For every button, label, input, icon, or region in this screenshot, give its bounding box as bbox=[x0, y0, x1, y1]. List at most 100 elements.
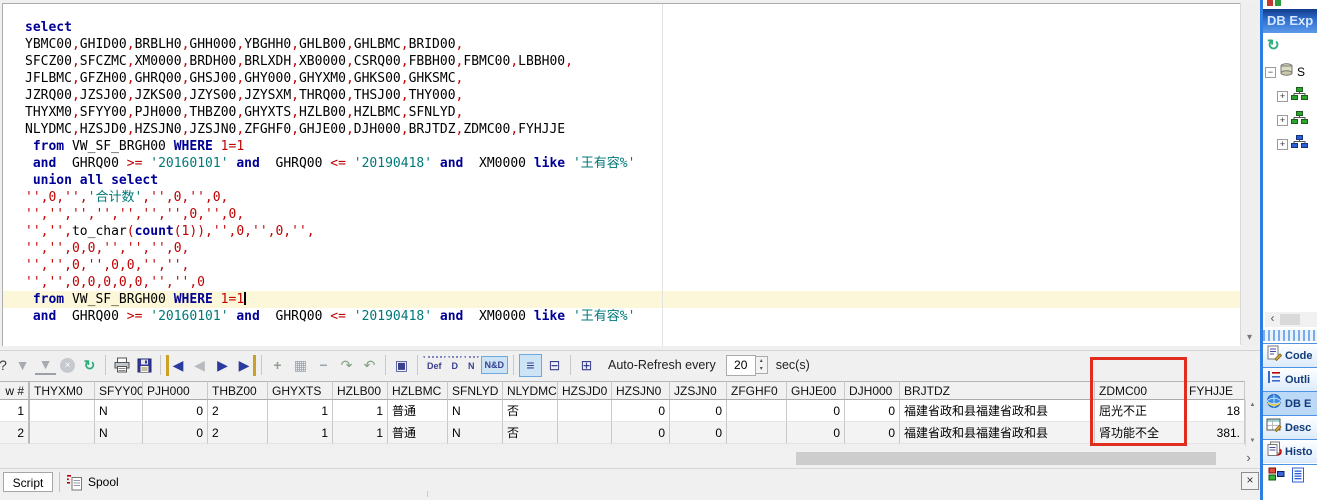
editor-vertical-scrollbar[interactable]: ▾ bbox=[1240, 3, 1258, 345]
print-icon[interactable] bbox=[111, 355, 132, 376]
expand-icon[interactable]: + bbox=[1277, 114, 1288, 126]
grid-header-nlydmc[interactable]: NLYDMC bbox=[503, 381, 558, 400]
grid-cell[interactable]: 普通 bbox=[388, 422, 448, 444]
grid-header-sfyy00[interactable]: SFYY00 bbox=[95, 381, 143, 400]
panel-db-explorer[interactable]: DB E bbox=[1263, 391, 1317, 415]
grid-cell[interactable]: 肾功能不全 bbox=[1095, 422, 1185, 444]
grid-view-icon[interactable]: ≡ bbox=[519, 353, 543, 377]
grid-cell[interactable] bbox=[30, 422, 95, 444]
expand-icon[interactable]: + bbox=[1277, 90, 1288, 102]
insert-row-grid-icon[interactable]: ▦ bbox=[290, 355, 311, 376]
autorefresh-interval-input[interactable] bbox=[725, 354, 756, 376]
grid-cell[interactable]: N bbox=[95, 422, 143, 444]
grid-cell[interactable]: N bbox=[448, 400, 503, 422]
grid-cell[interactable] bbox=[30, 400, 95, 422]
save-icon[interactable] bbox=[134, 355, 155, 376]
grid-header-sfnlyd[interactable]: SFNLYD bbox=[448, 381, 503, 400]
revert-changes-icon[interactable]: ↶ bbox=[359, 355, 380, 376]
panel-splitter[interactable] bbox=[1263, 330, 1317, 341]
grid-cell[interactable]: 否 bbox=[503, 400, 558, 422]
scroll-down-icon[interactable]: ▼ bbox=[1246, 438, 1259, 444]
break-query-icon[interactable]: × bbox=[60, 357, 75, 373]
grid-cell[interactable] bbox=[558, 422, 612, 444]
expand-icon[interactable]: + bbox=[1277, 138, 1288, 150]
grid-cell[interactable]: 0 bbox=[845, 422, 900, 444]
grid-header-thbz00[interactable]: THBZ00 bbox=[208, 381, 268, 400]
grid-cell[interactable]: 普通 bbox=[388, 400, 448, 422]
grid-cell[interactable]: 1 bbox=[268, 400, 333, 422]
code-line[interactable]: select bbox=[3, 19, 1241, 36]
post-changes-icon[interactable]: ↷ bbox=[336, 355, 357, 376]
collapse-icon[interactable]: − bbox=[1265, 66, 1276, 78]
grid-header-hzsjd0[interactable]: HZSJD0 bbox=[558, 381, 612, 400]
scroll-up-icon[interactable]: ▲ bbox=[1246, 402, 1259, 408]
grid-horizontal-scrollbar[interactable]: › bbox=[0, 450, 1258, 467]
grid-cell[interactable]: 福建省政和县福建省政和县 bbox=[900, 400, 1095, 422]
record-view-icon[interactable]: ⊟ bbox=[544, 355, 565, 376]
code-line[interactable]: '','',0,'',0,0,'','', bbox=[3, 257, 1241, 274]
panel-outline[interactable]: Outli bbox=[1263, 367, 1317, 391]
column-width-name-data-button[interactable]: N&D bbox=[480, 356, 509, 374]
delete-record-icon[interactable]: − bbox=[313, 355, 334, 376]
tree-node[interactable]: + bbox=[1277, 108, 1317, 132]
grid-cell[interactable]: 0 bbox=[787, 400, 845, 422]
scroll-down-icon[interactable]: ▾ bbox=[1241, 332, 1258, 343]
close-results-button[interactable]: × bbox=[1241, 472, 1259, 490]
grid-cell[interactable]: 1 bbox=[333, 422, 388, 444]
tree-node[interactable]: − S bbox=[1265, 60, 1317, 84]
grid-cell[interactable]: 2 bbox=[0, 422, 30, 444]
column-width-name-button[interactable]: N bbox=[464, 355, 479, 375]
grid-cell[interactable]: N bbox=[95, 400, 143, 422]
insert-record-icon[interactable]: + bbox=[267, 355, 288, 376]
code-line[interactable]: and GHRQ00 >= '20160101' and GHRQ00 <= '… bbox=[3, 308, 1241, 325]
column-width-data-button[interactable]: D bbox=[447, 355, 463, 375]
grid-header-zdmc00[interactable]: ZDMC00 bbox=[1095, 381, 1185, 400]
scroll-left-icon[interactable]: ‹ bbox=[1265, 312, 1280, 327]
grid-cell[interactable] bbox=[727, 422, 787, 444]
code-line[interactable]: and GHRQ00 >= '20160101' and GHRQ00 <= '… bbox=[3, 155, 1241, 172]
last-record-icon[interactable]: ▶ bbox=[235, 354, 256, 376]
grid-header-thyxm0[interactable]: THYXM0 bbox=[30, 381, 95, 400]
code-line[interactable]: from VW_SF_BRGH00 WHERE 1=1 bbox=[3, 138, 1241, 155]
grid-cell[interactable]: N bbox=[448, 422, 503, 444]
code-line[interactable]: JFLBMC,GFZH00,GHRQ00,GHSJ00,GHY000,GHYXM… bbox=[3, 70, 1241, 87]
next-record-icon[interactable]: ▶ bbox=[212, 355, 233, 376]
grid-cell[interactable]: 0 bbox=[612, 422, 670, 444]
code-line[interactable]: YBMC00,GHID00,BRBLH0,GHH000,YBGHH0,GHLB0… bbox=[3, 36, 1241, 53]
filter-to-end-icon[interactable]: ▼ bbox=[35, 356, 56, 375]
tree-node[interactable]: + bbox=[1277, 132, 1317, 156]
tree-node[interactable]: + bbox=[1277, 84, 1317, 108]
code-line[interactable]: '','',to_char(count(1)),'',0,'',0,'', bbox=[3, 223, 1241, 240]
grid-header-jzsjn0[interactable]: JZSJN0 bbox=[670, 381, 727, 400]
tree-horizontal-scrollbar[interactable]: ‹ bbox=[1265, 312, 1317, 327]
grid-cell[interactable]: 0 bbox=[670, 422, 727, 444]
grid-cell[interactable] bbox=[727, 400, 787, 422]
grid-cell[interactable]: 2 bbox=[208, 422, 268, 444]
scrollbar-thumb[interactable] bbox=[1280, 314, 1300, 325]
grid-cell[interactable]: 1 bbox=[268, 422, 333, 444]
document-list-icon[interactable] bbox=[1291, 467, 1305, 488]
grid-header-w[interactable]: w # bbox=[0, 381, 30, 400]
code-line[interactable]: '','',0,0,'','','',0, bbox=[3, 240, 1241, 257]
sql-editor[interactable]: select YBMC00,GHID00,BRBLH0,GHH000,YBGHH0… bbox=[2, 3, 1241, 346]
grid-cell[interactable]: 18 bbox=[1185, 400, 1245, 422]
grid-header-fyhjje[interactable]: FYHJJE bbox=[1185, 381, 1245, 400]
code-line-current[interactable]: from VW_SF_BRGH00 WHERE 1=1 bbox=[3, 291, 1241, 308]
grid-header-zfghf0[interactable]: ZFGHF0 bbox=[727, 381, 787, 400]
grid-cell[interactable]: 0 bbox=[143, 422, 208, 444]
grid-cell[interactable]: 0 bbox=[787, 422, 845, 444]
scrollbar-thumb[interactable] bbox=[796, 452, 1216, 465]
grid-cell[interactable]: 0 bbox=[670, 400, 727, 422]
help-clipped-icon[interactable]: ? bbox=[0, 355, 10, 376]
grid-cell[interactable]: 0 bbox=[612, 400, 670, 422]
grid-header-hzlb00[interactable]: HZLB00 bbox=[333, 381, 388, 400]
code-line[interactable]: NLYDMC,HZSJD0,HZSJN0,JZSJN0,ZFGHF0,GHJE0… bbox=[3, 121, 1241, 138]
panel-code[interactable]: Code bbox=[1263, 343, 1317, 367]
tab-script[interactable]: Script bbox=[3, 472, 53, 492]
code-line[interactable]: SFCZ00,SFCZMC,XM0000,BRDH00,BRLXDH,XB000… bbox=[3, 53, 1241, 70]
grid-header-ghje00[interactable]: GHJE00 bbox=[787, 381, 845, 400]
panel-describe[interactable]: Desc bbox=[1263, 415, 1317, 439]
tree-refresh-icon[interactable]: ↻ bbox=[1267, 36, 1280, 54]
code-line[interactable]: '','',0,0,0,0,0,'','',0 bbox=[3, 274, 1241, 291]
grid-header-ghyxts[interactable]: GHYXTS bbox=[268, 381, 333, 400]
